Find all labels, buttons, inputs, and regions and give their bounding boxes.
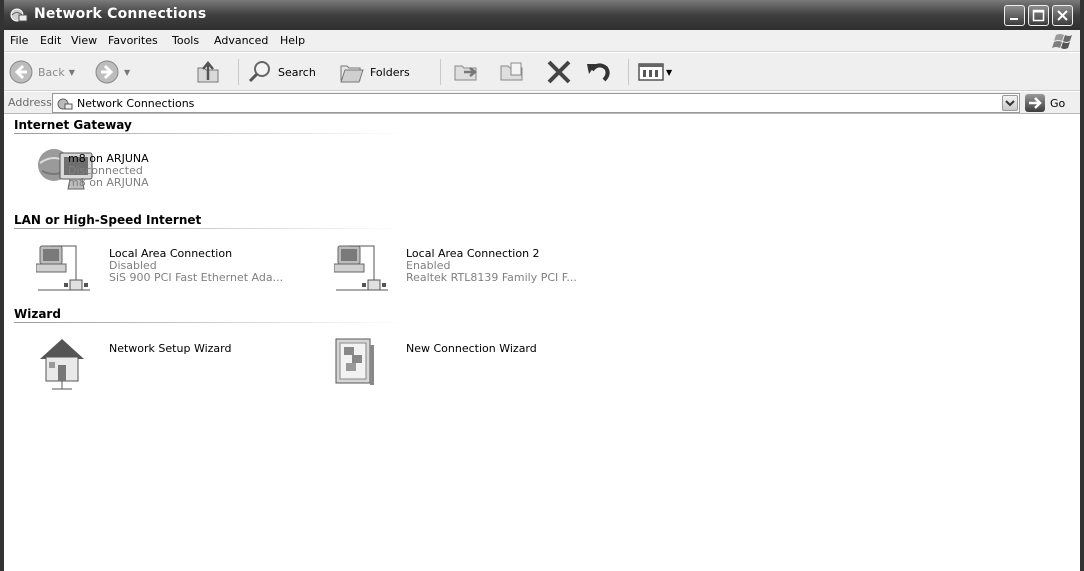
window-title: Network Connections [34, 6, 207, 22]
views-icon [638, 63, 664, 81]
new-connection-wizard-icon [335, 338, 374, 385]
lan-connection-icon [36, 245, 90, 291]
move-to-button[interactable] [452, 56, 482, 88]
wizard-item-network-setup[interactable]: Network Setup Wizard [36, 335, 276, 395]
delete-x-icon [547, 60, 571, 84]
maximize-button[interactable] [1028, 5, 1049, 26]
folders-button[interactable]: Folders [338, 56, 410, 88]
go-button[interactable] [1025, 94, 1045, 112]
menu-view[interactable]: View [71, 34, 97, 47]
undo-icon [587, 63, 610, 82]
address-value: Network Connections [77, 97, 195, 110]
menu-favorites[interactable]: Favorites [108, 34, 158, 47]
minimize-button[interactable] [1004, 5, 1025, 26]
connection-item-local-area-connection[interactable]: Local Area Connection Disabled SiS 900 P… [36, 240, 326, 300]
views-dropdown-icon[interactable]: ▼ [666, 68, 672, 77]
connection-item-local-area-connection-2[interactable]: Local Area Connection 2 Enabled Realtek … [334, 240, 634, 300]
wizard-item-new-connection[interactable]: New Connection Wizard [334, 335, 594, 395]
connections-list: Internet Gateway m8 on ARJUNA Disconnect… [4, 115, 1080, 571]
go-arrow-icon [1029, 97, 1042, 109]
back-label: Back [38, 65, 65, 79]
up-folder-button[interactable] [194, 56, 222, 88]
toolbar-separator [238, 59, 239, 85]
address-bar: Address Network Connections Go [4, 92, 1080, 114]
back-button[interactable]: Back ▼ [8, 56, 75, 88]
menu-edit[interactable]: Edit [40, 34, 61, 47]
back-arrow-icon [9, 60, 33, 84]
copy-to-button[interactable] [498, 56, 528, 88]
network-connections-icon [57, 98, 73, 110]
chevron-down-icon [1005, 100, 1015, 107]
group-header-lan: LAN or High-Speed Internet [14, 213, 202, 227]
search-label: Search [278, 65, 316, 79]
forward-button[interactable]: ▼ [94, 56, 130, 88]
forward-dropdown-icon[interactable]: ▼ [124, 68, 130, 77]
lan-connection-icon [334, 245, 388, 291]
connection-device: SiS 900 PCI Fast Ethernet Ada... [109, 271, 284, 284]
copy-to-icon [500, 62, 523, 81]
network-connections-icon [10, 8, 28, 22]
folders-icon [340, 65, 364, 83]
close-button[interactable] [1052, 5, 1073, 26]
undo-button[interactable] [584, 56, 614, 88]
group-divider [14, 133, 404, 134]
maximize-icon [1032, 9, 1045, 22]
up-folder-icon [197, 61, 219, 83]
group-header-wizard: Wizard [14, 307, 61, 321]
address-dropdown-button[interactable] [1002, 95, 1018, 111]
window: Network Connections File Edit View Favor… [0, 0, 1084, 571]
search-icon [248, 61, 270, 83]
back-dropdown-icon[interactable]: ▼ [69, 68, 75, 77]
minimize-icon [1010, 18, 1018, 20]
forward-arrow-icon [95, 60, 119, 84]
menu-advanced[interactable]: Advanced [214, 34, 268, 47]
wizard-name: New Connection Wizard [406, 342, 537, 355]
network-setup-wizard-icon [40, 339, 84, 390]
connection-item-m8-on-arjuna[interactable]: m8 on ARJUNA Disconnected m8 on ARJUNA [36, 145, 236, 197]
windows-flag-icon [1052, 34, 1072, 49]
wizard-name: Network Setup Wizard [109, 342, 232, 355]
menu-help[interactable]: Help [280, 34, 305, 47]
delete-button[interactable] [544, 56, 574, 88]
folders-label: Folders [370, 65, 410, 79]
toolbar-separator [440, 59, 441, 85]
toolbar-separator [628, 59, 629, 85]
search-button[interactable]: Search [246, 56, 316, 88]
group-divider [14, 322, 404, 323]
menu-file[interactable]: File [10, 34, 28, 47]
menu-tools[interactable]: Tools [172, 34, 199, 47]
title-bar[interactable]: Network Connections [4, 0, 1080, 30]
go-label[interactable]: Go [1050, 97, 1065, 110]
move-to-icon [454, 65, 478, 81]
connection-device: Realtek RTL8139 Family PCI F... [406, 271, 577, 284]
group-divider [14, 228, 404, 229]
views-button[interactable]: ▼ [636, 56, 672, 88]
toolbar: Back ▼ ▼ Search Folders ▼ [4, 53, 1080, 91]
close-icon [1057, 10, 1068, 21]
address-field[interactable]: Network Connections [52, 93, 1020, 113]
address-label: Address [8, 96, 52, 109]
connection-device: m8 on ARJUNA [68, 176, 149, 189]
menu-bar: File Edit View Favorites Tools Advanced … [4, 30, 1080, 52]
group-header-internet-gateway: Internet Gateway [14, 118, 132, 132]
